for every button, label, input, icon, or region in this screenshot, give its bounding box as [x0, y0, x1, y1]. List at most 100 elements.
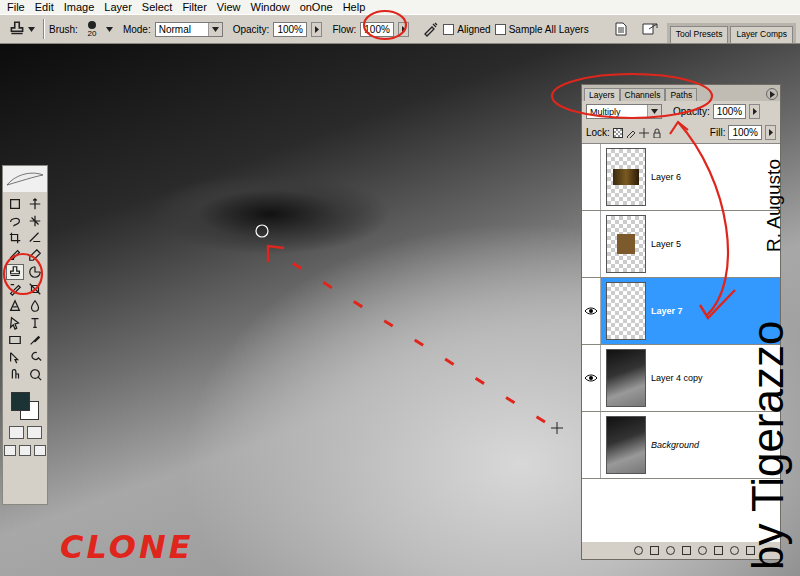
tool-button[interactable] [26, 281, 44, 297]
flow-slider-button[interactable] [398, 22, 409, 37]
menu-item[interactable]: Window [246, 0, 295, 14]
tools-header[interactable] [3, 166, 47, 192]
tools-panel [2, 165, 48, 505]
palette-well-tab[interactable]: Layer Comps [730, 26, 793, 43]
bridge-icon[interactable] [641, 21, 659, 37]
sample-all-layers-checkbox[interactable]: Sample All Layers [495, 24, 589, 35]
foreground-swatch[interactable] [11, 392, 30, 411]
layer-action-icon[interactable] [729, 545, 740, 556]
opacity-field[interactable]: 100% [273, 22, 307, 37]
tool-button[interactable] [6, 332, 24, 348]
palette-well-tab[interactable]: Tool Presets [670, 26, 729, 43]
tool-button[interactable] [26, 349, 44, 365]
menu-item[interactable]: Help [338, 0, 371, 14]
layer-thumbnail [606, 416, 646, 474]
screen-mode-icon[interactable] [19, 445, 31, 456]
brush-picker[interactable]: 20 [82, 21, 102, 38]
layer-action-icon[interactable] [633, 545, 644, 556]
tool-icon [28, 248, 42, 262]
layer-row[interactable]: Layer 5 [582, 211, 780, 278]
opacity-slider-button[interactable] [311, 22, 322, 37]
tool-icon [8, 214, 22, 228]
palette-well: Tool PresetsLayer Comps [667, 23, 796, 43]
airbrush-icon[interactable] [423, 21, 439, 37]
tool-button[interactable] [6, 213, 24, 229]
layer-row[interactable]: Layer 6 [582, 144, 780, 211]
flow-field[interactable]: 100% [360, 22, 394, 37]
tool-button[interactable] [6, 230, 24, 246]
tool-button[interactable] [26, 247, 44, 263]
menu-item[interactable]: File [2, 0, 30, 14]
flow-label: Flow: [332, 24, 356, 35]
layer-name: Layer 7 [651, 306, 683, 316]
select-button [647, 105, 661, 118]
tool-button[interactable] [26, 315, 44, 331]
tool-preset-picker[interactable] [4, 20, 39, 38]
tool-button[interactable] [6, 264, 24, 280]
brush-label: Brush: [49, 24, 78, 35]
menu-item[interactable]: Select [137, 0, 178, 14]
menu-item[interactable]: Layer [99, 0, 137, 14]
layer-action-icon[interactable] [649, 545, 660, 556]
tool-button[interactable] [26, 213, 44, 229]
screen-mode-icon[interactable] [4, 445, 16, 456]
tool-button[interactable] [6, 349, 24, 365]
quick-mask-icon[interactable] [27, 426, 42, 439]
tool-button[interactable] [6, 315, 24, 331]
eye-icon [585, 307, 597, 315]
visibility-toggle[interactable] [582, 412, 601, 478]
screen-mode-icon[interactable] [34, 445, 46, 456]
visibility-toggle[interactable] [582, 345, 601, 411]
layer-name: Layer 4 copy [651, 373, 703, 383]
lock-transparency-icon[interactable] [613, 128, 623, 138]
fill-button[interactable] [765, 125, 776, 140]
layer-action-icon[interactable] [713, 545, 724, 556]
layer-action-icon[interactable] [697, 545, 708, 556]
fill-field[interactable]: 100% [728, 125, 762, 140]
tool-button[interactable] [26, 332, 44, 348]
layer-opacity-field[interactable]: 100% [713, 104, 747, 119]
tool-icon [8, 367, 22, 381]
layer-action-icon[interactable] [665, 545, 676, 556]
opacity-label: Opacity: [233, 24, 270, 35]
dropdown-arrow-icon[interactable] [106, 27, 113, 32]
visibility-toggle[interactable] [582, 144, 601, 210]
menu-item[interactable]: onOne [295, 0, 338, 14]
tool-button[interactable] [6, 196, 24, 212]
tool-button[interactable] [6, 247, 24, 263]
mode-select[interactable]: Normal [155, 22, 223, 37]
blend-mode-value: Multiply [590, 107, 621, 117]
panel-menu-button[interactable] [766, 88, 778, 100]
panel-tab[interactable]: Paths [665, 88, 697, 101]
tool-button[interactable] [26, 366, 44, 382]
tool-button[interactable] [6, 366, 24, 382]
menu-item[interactable]: View [212, 0, 246, 14]
lock-brush-icon[interactable] [626, 128, 636, 138]
tool-button[interactable] [26, 264, 44, 280]
tool-button[interactable] [6, 281, 24, 297]
panel-tab[interactable]: Layers [584, 88, 620, 101]
menu-item[interactable]: Image [59, 0, 100, 14]
aligned-label: Aligned [457, 24, 490, 35]
blend-mode-select[interactable]: Multiply [586, 104, 662, 119]
layer-action-icon[interactable] [681, 545, 692, 556]
tool-icon [8, 316, 22, 330]
visibility-toggle[interactable] [582, 278, 601, 344]
tool-icon [28, 214, 42, 228]
lock-move-icon[interactable] [639, 128, 649, 138]
tool-button[interactable] [26, 298, 44, 314]
tool-button[interactable] [6, 298, 24, 314]
tool-icon [8, 299, 22, 313]
lock-all-icon[interactable] [652, 128, 662, 138]
standard-mode-icon[interactable] [9, 426, 24, 439]
visibility-toggle[interactable] [582, 211, 601, 277]
layer-opacity-button[interactable] [749, 104, 760, 119]
aligned-checkbox[interactable]: Aligned [443, 24, 490, 35]
document-icon[interactable] [613, 21, 629, 37]
menu-item[interactable]: Filter [177, 0, 211, 14]
tool-button[interactable] [26, 196, 44, 212]
tool-button[interactable] [26, 230, 44, 246]
menu-item[interactable]: Edit [30, 0, 59, 14]
lock-label: Lock: [586, 127, 610, 138]
panel-tab[interactable]: Channels [620, 88, 666, 101]
